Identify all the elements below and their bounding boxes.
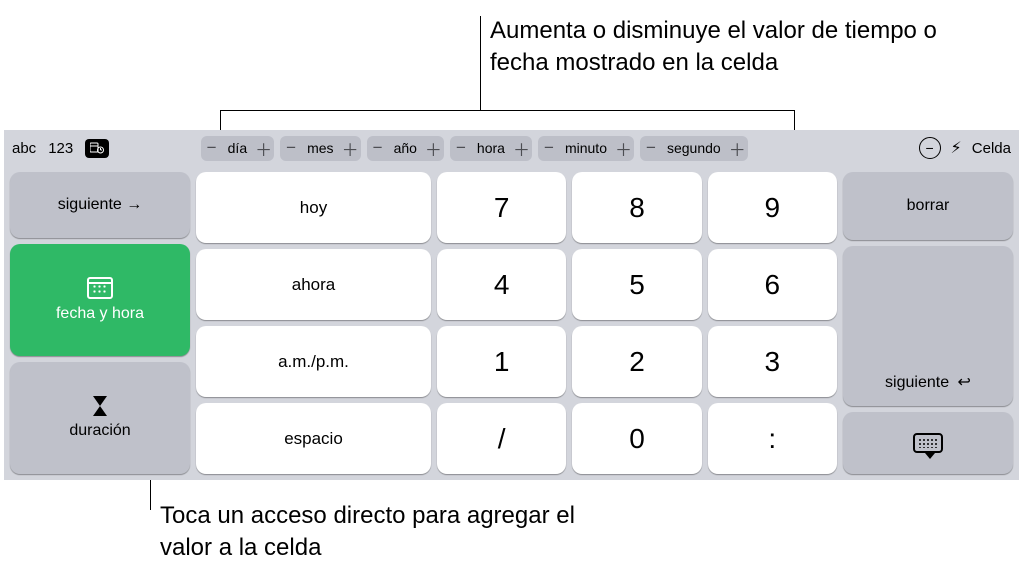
stepper-label: hora — [473, 140, 509, 156]
keypad-8[interactable]: 8 — [572, 172, 701, 243]
mode-datetime-icon[interactable] — [85, 139, 109, 158]
keypad-1[interactable]: 1 — [437, 326, 566, 397]
plus-icon[interactable]: ＋ — [729, 136, 745, 161]
keypad-5[interactable]: 5 — [572, 249, 701, 320]
stepper-hora[interactable]: − hora ＋ — [450, 136, 532, 161]
key-label: : — [768, 423, 776, 455]
keyboard-hide-icon — [913, 433, 943, 453]
key-label: 0 — [629, 423, 645, 455]
stepper-dia[interactable]: − día ＋ — [201, 136, 274, 161]
keypad-0[interactable]: 0 — [572, 403, 701, 474]
key-label: 9 — [765, 192, 781, 224]
undo-icon[interactable]: − — [919, 137, 941, 159]
borrar-button[interactable]: borrar — [843, 172, 1013, 240]
duracion-button[interactable]: duración — [10, 362, 190, 474]
hourglass-icon — [93, 396, 107, 416]
keypad-2[interactable]: 2 — [572, 326, 701, 397]
key-label: 2 — [629, 346, 645, 378]
key-label: borrar — [907, 197, 950, 215]
shortcut-ampm[interactable]: a.m./p.m. — [196, 326, 431, 397]
cell-label[interactable]: Celda — [972, 140, 1011, 157]
stepper-label: año — [390, 140, 421, 156]
key-label: 1 — [494, 346, 510, 378]
keypad-3[interactable]: 3 — [708, 326, 837, 397]
minus-icon[interactable]: − — [541, 138, 557, 158]
stepper-label: segundo — [663, 140, 725, 156]
keypad-4[interactable]: 4 — [437, 249, 566, 320]
stepper-segundo[interactable]: − segundo ＋ — [640, 136, 748, 161]
plus-icon[interactable]: ＋ — [425, 136, 441, 161]
keyboard-toolbar: abc 123 − día ＋ − mes ＋ − año ＋ — [4, 130, 1019, 166]
stepper-row: − día ＋ − mes ＋ − año ＋ − hora ＋ − minut — [201, 136, 748, 161]
key-label: espacio — [284, 429, 343, 449]
key-label: ahora — [292, 275, 335, 295]
key-label: 8 — [629, 192, 645, 224]
key-label: hoy — [300, 198, 327, 218]
plus-icon[interactable]: ＋ — [513, 136, 529, 161]
minus-icon[interactable]: − — [204, 138, 220, 158]
key-label: fecha y hora — [56, 305, 144, 323]
mode-abc[interactable]: abc — [12, 140, 36, 157]
key-label: 7 — [494, 192, 510, 224]
callout-line — [220, 110, 794, 111]
key-label: 5 — [629, 269, 645, 301]
shortcut-ahora[interactable]: ahora — [196, 249, 431, 320]
bolt-icon[interactable]: ⚡︎ — [951, 138, 962, 158]
stepper-minuto[interactable]: − minuto ＋ — [538, 136, 634, 161]
keypad-9[interactable]: 9 — [708, 172, 837, 243]
calendar-icon — [87, 277, 113, 299]
callout-line — [480, 16, 481, 110]
stepper-ano[interactable]: − año ＋ — [367, 136, 444, 161]
plus-icon[interactable]: ＋ — [615, 136, 631, 161]
key-label: 3 — [765, 346, 781, 378]
stepper-mes[interactable]: − mes ＋ — [280, 136, 360, 161]
key-label: duración — [69, 422, 130, 440]
shortcut-hoy[interactable]: hoy — [196, 172, 431, 243]
minus-icon[interactable]: − — [643, 138, 659, 158]
key-label: 6 — [765, 269, 781, 301]
keypad-slash[interactable]: / — [437, 403, 566, 474]
key-label: 4 — [494, 269, 510, 301]
minus-icon[interactable]: − — [370, 138, 386, 158]
key-label: siguiente — [58, 196, 143, 214]
fecha-hora-button[interactable]: fecha y hora — [10, 244, 190, 356]
stepper-label: día — [224, 140, 251, 156]
hide-keyboard-button[interactable] — [843, 412, 1013, 474]
siguiente-right-button[interactable]: siguiente — [10, 172, 190, 238]
keypad-6[interactable]: 6 — [708, 249, 837, 320]
siguiente-return-button[interactable]: siguiente — [843, 246, 1013, 406]
stepper-label: mes — [303, 140, 337, 156]
shortcut-espacio[interactable]: espacio — [196, 403, 431, 474]
minus-icon[interactable]: − — [453, 138, 469, 158]
callout-top: Aumenta o disminuye el valor de tiempo o… — [490, 15, 940, 80]
stepper-label: minuto — [561, 140, 611, 156]
minus-icon[interactable]: − — [283, 138, 299, 158]
plus-icon[interactable]: ＋ — [342, 136, 358, 161]
mode-123[interactable]: 123 — [48, 140, 73, 157]
keypad-colon[interactable]: : — [708, 403, 837, 474]
key-label: siguiente — [885, 372, 971, 392]
key-label: a.m./p.m. — [278, 352, 349, 372]
keypad-7[interactable]: 7 — [437, 172, 566, 243]
callout-bottom: Toca un acceso directo para agregar el v… — [160, 500, 610, 565]
plus-icon[interactable]: ＋ — [255, 136, 271, 161]
key-label: / — [498, 423, 506, 455]
datetime-keyboard: abc 123 − día ＋ − mes ＋ − año ＋ — [4, 130, 1019, 480]
